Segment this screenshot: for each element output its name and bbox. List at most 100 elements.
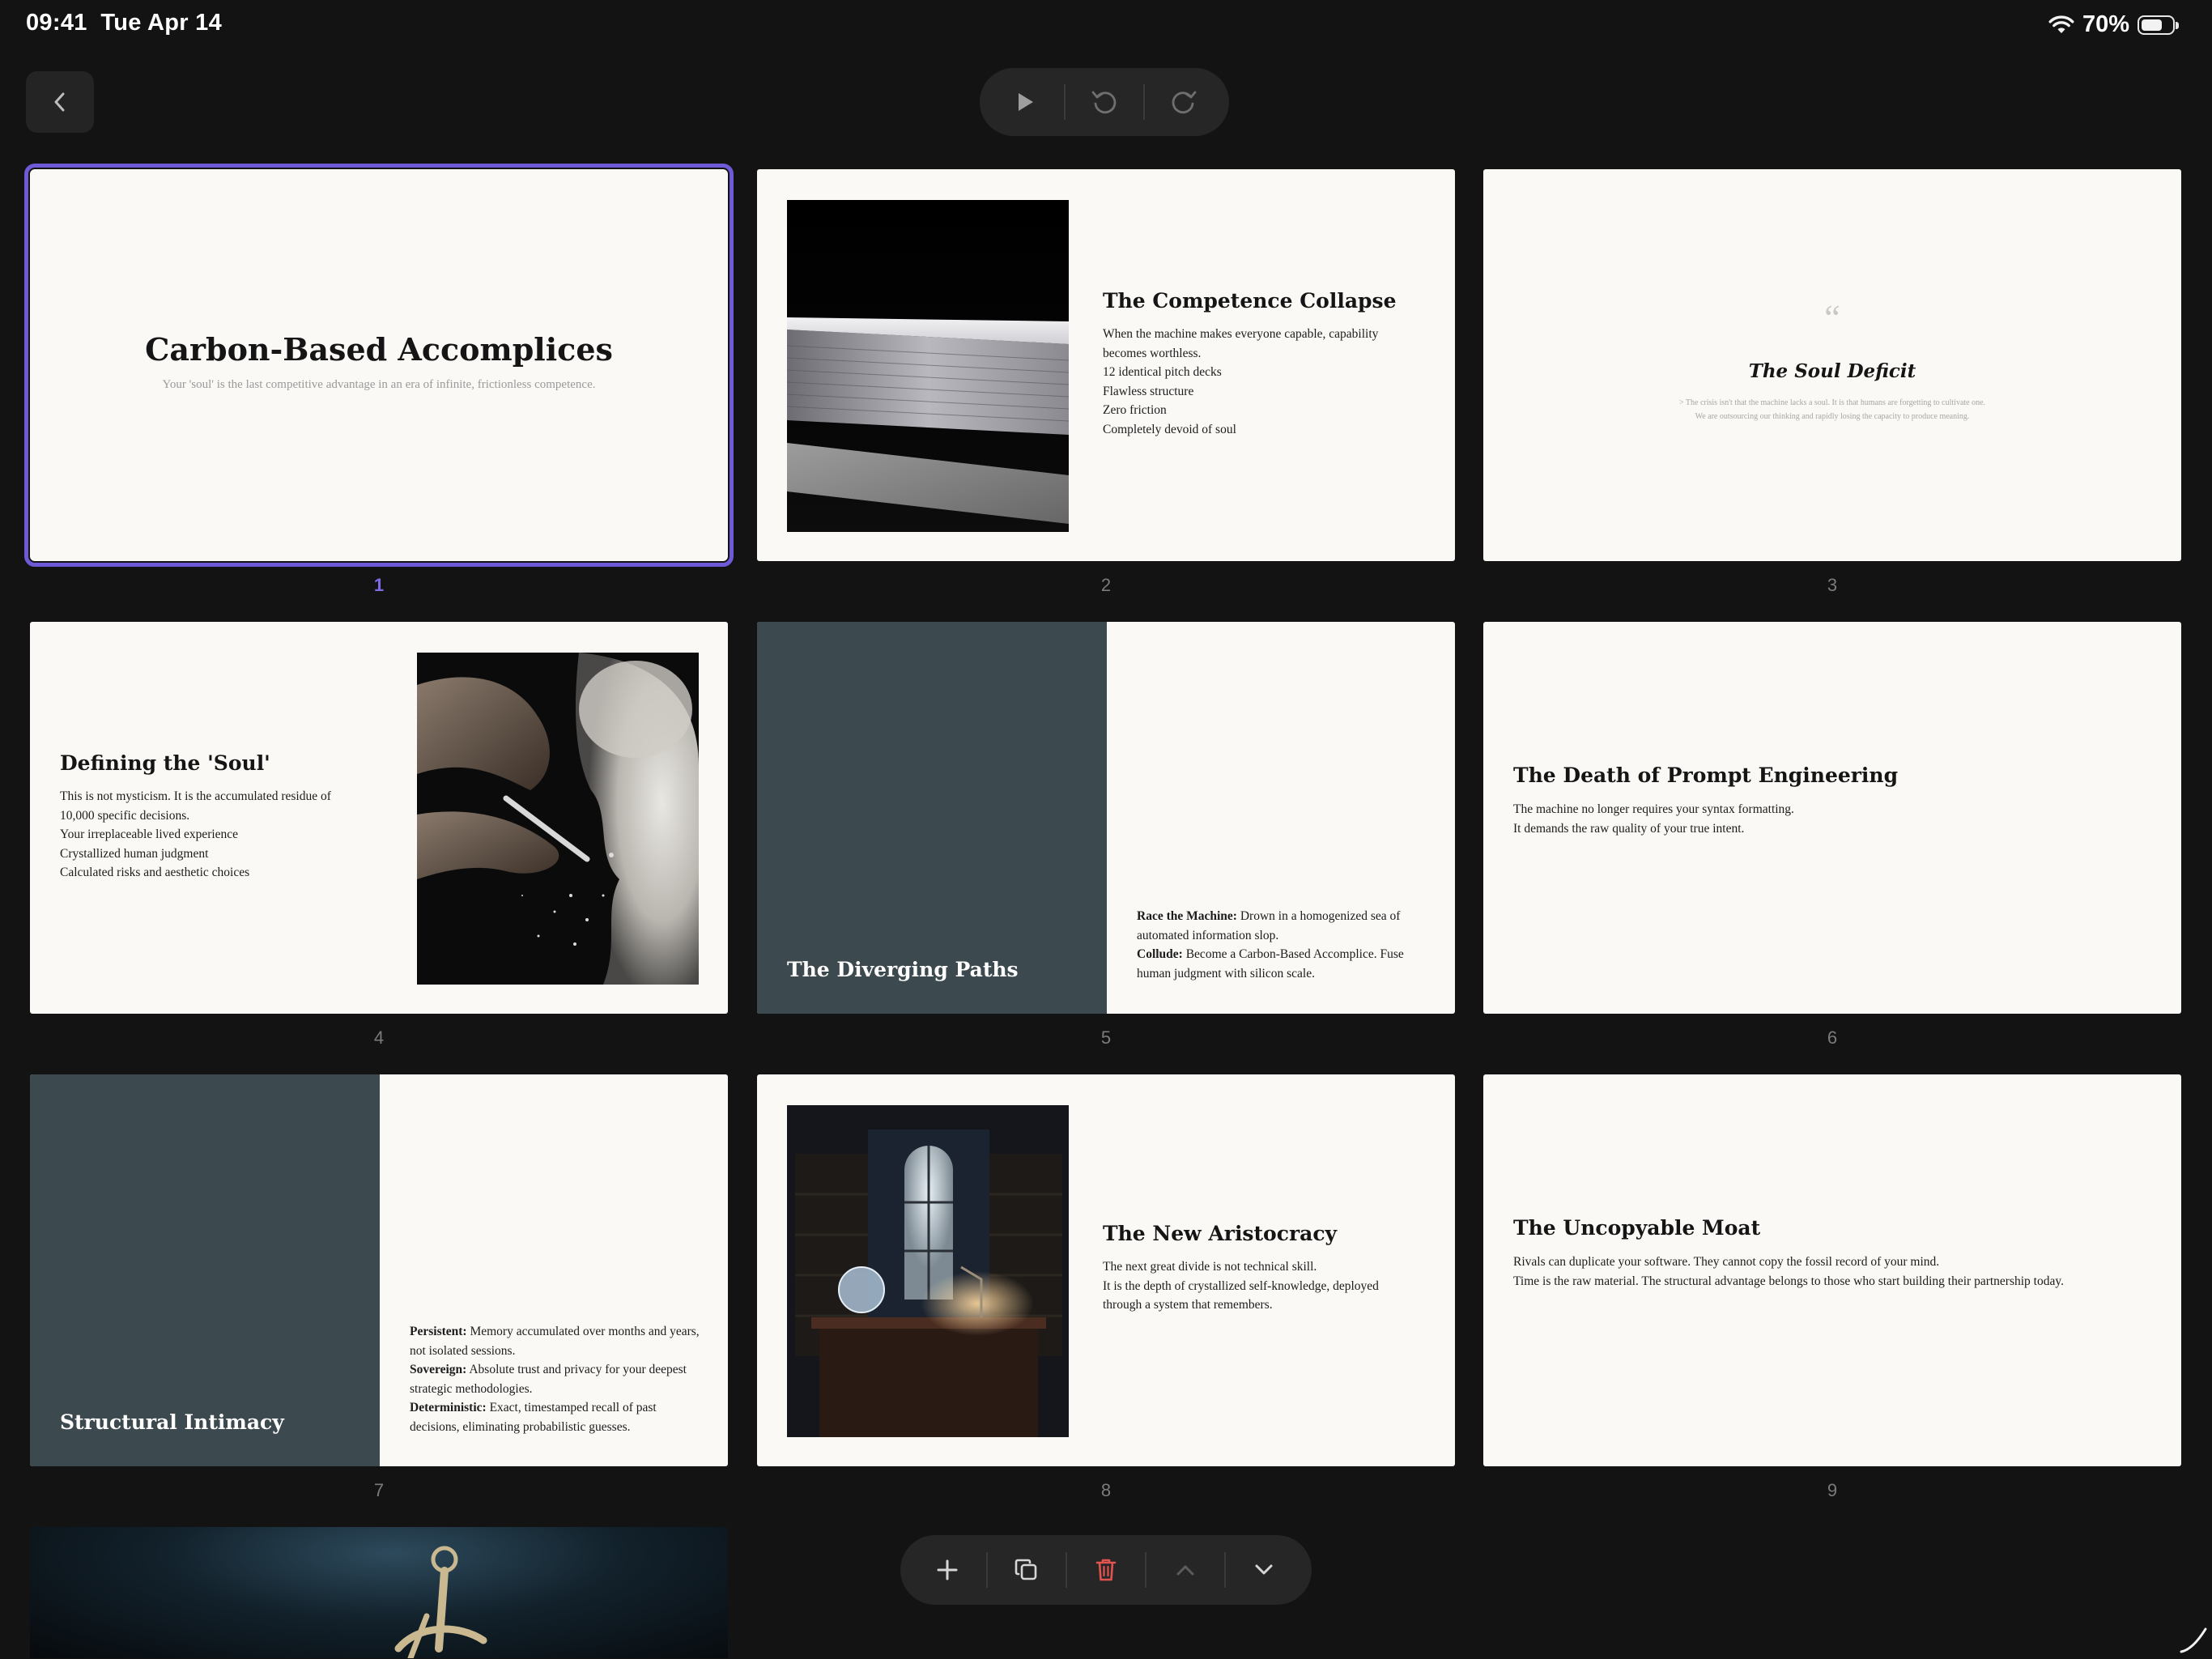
slide-number: 8 xyxy=(1100,1480,1112,1500)
move-down-button[interactable] xyxy=(1234,1540,1294,1600)
slide-number: 1 xyxy=(373,575,385,595)
move-up-button[interactable] xyxy=(1155,1540,1215,1600)
status-date: Tue Apr 14 xyxy=(100,10,223,36)
duplicate-slide-button[interactable] xyxy=(997,1540,1057,1600)
body-item: Persistent: Memory accumulated over mont… xyxy=(410,1322,705,1360)
library-image xyxy=(787,1105,1069,1437)
body-line: Zero friction xyxy=(1103,403,1167,417)
play-icon xyxy=(1018,93,1033,111)
body-line: We are outsourcing our thinking and rapi… xyxy=(1695,412,1970,421)
item-label: Race the Machine: xyxy=(1137,909,1237,923)
accent-panel xyxy=(30,1074,380,1466)
slide-title: The Uncopyable Moat xyxy=(1513,1216,1761,1240)
divider xyxy=(1066,1552,1068,1588)
body-line: 12 identical pitch decks xyxy=(1103,365,1222,379)
slide-number: 4 xyxy=(373,1027,385,1048)
quote-mark: “ xyxy=(1824,298,1840,338)
body-line: Rivals can duplicate your software. They… xyxy=(1513,1255,1940,1269)
body-line: Completely devoid of soul xyxy=(1103,422,1236,436)
undo-button[interactable] xyxy=(1076,74,1133,130)
slide-thumbnail-3[interactable]: “ The Soul Deficit > The crisis isn't th… xyxy=(1483,169,2181,561)
body-line: It demands the raw quality of your true … xyxy=(1513,821,1745,836)
slide-title: Structural Intimacy xyxy=(60,1410,284,1434)
slide-thumbnail-4[interactable]: Defining the 'Soul' This is not mysticis… xyxy=(30,622,728,1014)
playback-toolbar xyxy=(980,68,1229,136)
slide-thumbnail-2[interactable]: The Competence Collapse When the machine… xyxy=(757,169,1455,561)
body-line: > The crisis isn't that the machine lack… xyxy=(1678,398,1986,407)
slide-thumbnail-1[interactable]: Carbon-Based Accomplices Your 'soul' is … xyxy=(24,164,734,567)
back-button[interactable] xyxy=(26,71,94,133)
body-line: Your irreplaceable lived experience xyxy=(60,827,239,841)
play-button[interactable] xyxy=(997,74,1053,130)
slide-body: The machine no longer requires your synt… xyxy=(1513,800,2145,838)
divider xyxy=(1063,84,1066,120)
slide-body: Persistent: Memory accumulated over mont… xyxy=(410,1322,705,1436)
slide-title: The New Aristocracy xyxy=(1103,1222,1338,1245)
slide-subtitle: Your 'soul' is the last competitive adva… xyxy=(162,378,596,391)
item-label: Sovereign: xyxy=(410,1363,467,1376)
slide-title: The Competence Collapse xyxy=(1103,289,1397,313)
slide-thumbnail-7[interactable]: Structural Intimacy Persistent: Memory a… xyxy=(30,1074,728,1466)
battery-percent: 70% xyxy=(2082,11,2129,37)
battery-icon xyxy=(2138,15,2179,35)
add-slide-button[interactable] xyxy=(917,1540,977,1600)
slide-body: When the machine makes everyone capable,… xyxy=(1103,325,1419,439)
body-line: Calculated risks and aesthetic choices xyxy=(60,866,250,879)
wifi-icon xyxy=(2048,15,2074,33)
slide-number: 9 xyxy=(1827,1480,1838,1500)
slide-number: 6 xyxy=(1827,1027,1838,1048)
divider xyxy=(986,1552,989,1588)
undo-icon xyxy=(1091,91,1117,114)
slide-title: The Soul Deficit xyxy=(1748,360,1916,382)
divider xyxy=(1144,1552,1146,1588)
delete-slide-button[interactable] xyxy=(1076,1540,1136,1600)
slide-thumbnail-10[interactable] xyxy=(30,1527,728,1658)
body-line: Crystallized human judgment xyxy=(60,846,209,861)
status-time: 09:41 Tue Apr 14 xyxy=(26,10,223,36)
slide-thumbnail-5[interactable]: The Diverging Paths Race the Machine: Dr… xyxy=(757,622,1455,1014)
slide-title: The Death of Prompt Engineering xyxy=(1513,764,1899,787)
chevron-left-icon xyxy=(54,92,65,112)
redo-icon xyxy=(1172,91,1197,114)
slide-body: This is not mysticism. It is the accumul… xyxy=(60,787,368,883)
status-right: 70% xyxy=(2048,11,2179,38)
body-line: It is the depth of crystallized self-kno… xyxy=(1103,1278,1379,1312)
body-line: When the machine makes everyone capable,… xyxy=(1103,327,1379,360)
slide-number: 2 xyxy=(1100,575,1112,595)
slide-number: 7 xyxy=(373,1480,385,1500)
body-line: Flawless structure xyxy=(1103,384,1194,398)
slide-body: The next great divide is not technical s… xyxy=(1103,1257,1419,1315)
plus-icon xyxy=(937,1559,958,1580)
item-label: Collude: xyxy=(1137,947,1183,961)
body-item: Sovereign: Absolute trust and privacy fo… xyxy=(410,1360,705,1398)
slide-body: > The crisis isn't that the machine lack… xyxy=(1483,396,2181,423)
divider xyxy=(1143,84,1146,120)
slide-title: Carbon-Based Accomplices xyxy=(145,331,613,368)
pencil-indicator[interactable] xyxy=(2176,1623,2209,1655)
slide-number: 5 xyxy=(1100,1027,1112,1048)
slide-title: The Diverging Paths xyxy=(787,958,1019,981)
slide-thumbnail-6[interactable]: The Death of Prompt Engineering The mach… xyxy=(1483,622,2181,1014)
chevron-up-icon xyxy=(1176,1565,1194,1576)
body-line: The next great divide is not technical s… xyxy=(1103,1260,1317,1274)
body-item: Collude: Become a Carbon-Based Accomplic… xyxy=(1137,945,1432,983)
slide-body: Race the Machine: Drown in a homogenized… xyxy=(1137,907,1432,983)
paper-stack-image xyxy=(787,200,1069,532)
body-line: Time is the raw material. The structural… xyxy=(1513,1274,2064,1288)
item-label: Persistent: xyxy=(410,1325,467,1338)
pencil-icon xyxy=(2180,1627,2207,1653)
slide-actions-toolbar xyxy=(900,1535,1312,1605)
redo-button[interactable] xyxy=(1155,74,1212,130)
chevron-down-icon xyxy=(1255,1564,1273,1575)
trash-icon xyxy=(1095,1559,1117,1581)
slide-thumbnail-9[interactable]: The Uncopyable Moat Rivals can duplicate… xyxy=(1483,1074,2181,1466)
slide-thumbnail-8[interactable]: The New Aristocracy The next great divid… xyxy=(757,1074,1455,1466)
sculpture-image xyxy=(417,653,699,985)
slide-number: 3 xyxy=(1827,575,1838,595)
slide-title: Defining the 'Soul' xyxy=(60,751,270,775)
body-line: This is not mysticism. It is the accumul… xyxy=(60,789,331,823)
accent-panel xyxy=(757,622,1107,1014)
item-label: Deterministic: xyxy=(410,1401,487,1414)
slide-body: Rivals can duplicate your software. They… xyxy=(1513,1253,2161,1291)
body-line: The machine no longer requires your synt… xyxy=(1513,802,1794,816)
